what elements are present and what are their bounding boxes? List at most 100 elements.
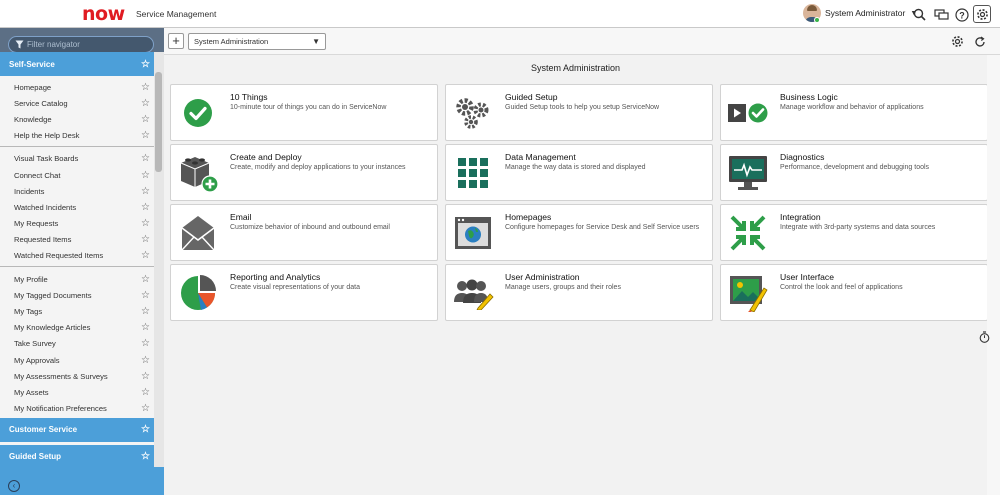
star-icon[interactable]: ☆	[141, 234, 150, 245]
user-name[interactable]: System Administrator	[825, 8, 905, 18]
card-description: Control the look and feel of application…	[780, 284, 903, 291]
chat-icon[interactable]	[934, 7, 949, 22]
navigator-menu: Self-Service ☆ Homepage ☆ Service Catalog…	[0, 52, 154, 467]
settings-gear-icon[interactable]	[950, 34, 965, 49]
gear-icon[interactable]	[973, 5, 991, 23]
menu-item-knowledge[interactable]: Knowledge ☆	[0, 111, 154, 127]
card-business-logic[interactable]: Business Logic Manage workflow and behav…	[720, 84, 988, 141]
card-email[interactable]: Email Customize behavior of inbound and …	[170, 204, 438, 261]
card-diagnostics[interactable]: Diagnostics Performance, development and…	[720, 144, 988, 201]
star-icon[interactable]: ☆	[141, 290, 150, 301]
star-icon[interactable]: ☆	[141, 130, 150, 141]
menu-item-label: Watched Incidents	[14, 202, 77, 212]
card-title: Diagnostics	[780, 152, 825, 162]
collapse-navigator-button[interactable]: ‹	[8, 480, 20, 492]
star-icon[interactable]: ☆	[141, 218, 150, 229]
chevron-down-icon: ▼	[312, 37, 320, 46]
menu-item-my-approvals[interactable]: My Approvals ☆	[0, 352, 154, 368]
now-logo[interactable]: now	[82, 4, 125, 24]
add-button[interactable]: +	[168, 33, 184, 49]
card-reporting-and-analytics[interactable]: Reporting and Analytics Create visual re…	[170, 264, 438, 321]
menu-item-label: My Profile	[14, 274, 48, 284]
menu-item-incidents[interactable]: Incidents ☆	[0, 183, 154, 199]
menu-item-requested-items[interactable]: Requested Items ☆	[0, 232, 154, 248]
card-title: Data Management	[505, 152, 576, 162]
presence-indicator	[814, 17, 820, 23]
star-icon[interactable]: ☆	[141, 387, 150, 398]
star-icon[interactable]: ☆	[141, 153, 150, 164]
card-create-and-deploy[interactable]: Create and Deploy Create, modify and dep…	[170, 144, 438, 201]
section-guided-setup[interactable]: Guided Setup ☆	[0, 444, 154, 467]
card-description: Manage users, groups and their roles	[505, 284, 621, 291]
star-icon[interactable]: ☆	[141, 202, 150, 213]
card-integration[interactable]: Integration Integrate with 3rd-party sys…	[720, 204, 988, 261]
card-user-administration[interactable]: User Administration Manage users, groups…	[445, 264, 713, 321]
card-description: Manage workflow and behavior of applicat…	[780, 104, 924, 111]
section-customer-service[interactable]: Customer Service ☆	[0, 417, 154, 442]
card-data-management[interactable]: Data Management Manage the way data is s…	[445, 144, 713, 201]
menu-item-visual-task-boards[interactable]: Visual Task Boards ☆	[0, 151, 154, 167]
card-description: Create visual representations of your da…	[230, 284, 360, 291]
star-icon[interactable]: ☆	[141, 59, 150, 70]
menu-item-homepage[interactable]: Homepage ☆	[0, 79, 154, 95]
menu-item-watched-requested-items[interactable]: Watched Requested Items ☆	[0, 248, 154, 264]
menu-item-service-catalog[interactable]: Service Catalog ☆	[0, 95, 154, 111]
refresh-icon[interactable]	[972, 34, 987, 49]
help-icon[interactable]: ?	[954, 7, 969, 22]
menu-item-label: My Assets	[14, 387, 49, 397]
menu-item-label: My Notification Preferences	[14, 404, 107, 414]
stopwatch-icon[interactable]	[978, 331, 990, 343]
section-self-service[interactable]: Self-Service ☆	[0, 52, 154, 76]
search-icon[interactable]	[912, 7, 927, 22]
menu-item-my-profile[interactable]: My Profile ☆	[0, 271, 154, 287]
menu-item-take-survey[interactable]: Take Survey ☆	[0, 336, 154, 352]
star-icon[interactable]: ☆	[141, 355, 150, 366]
star-icon[interactable]: ☆	[141, 250, 150, 261]
menu-item-my-notification-preferences[interactable]: My Notification Preferences ☆	[0, 401, 154, 417]
menu-item-my-knowledge-articles[interactable]: My Knowledge Articles ☆	[0, 320, 154, 336]
star-icon[interactable]: ☆	[141, 403, 150, 414]
star-icon[interactable]: ☆	[141, 424, 150, 435]
card-title: Create and Deploy	[230, 152, 302, 162]
menu-item-connect-chat[interactable]: Connect Chat ☆	[0, 167, 154, 183]
menu-item-label: Take Survey	[14, 339, 56, 349]
menu-item-help-the-help-desk[interactable]: Help the Help Desk ☆	[0, 128, 154, 144]
card-10-things[interactable]: 10 Things 10-minute tour of things you c…	[170, 84, 438, 141]
star-icon[interactable]: ☆	[141, 306, 150, 317]
section-title: Self-Service	[9, 59, 55, 69]
user-menu[interactable]: System Administrator ▼	[803, 4, 917, 22]
card-description: 10-minute tour of things you can do in S…	[230, 104, 387, 111]
content-scrollbar[interactable]	[987, 55, 1000, 495]
navigator-footer	[0, 467, 164, 495]
card-homepages[interactable]: Homepages Configure homepages for Servic…	[445, 204, 713, 261]
star-icon[interactable]: ☆	[141, 98, 150, 109]
menu-item-my-tags[interactable]: My Tags ☆	[0, 303, 154, 319]
card-guided-setup[interactable]: Guided Setup Guided Setup tools to help …	[445, 84, 713, 141]
star-icon[interactable]: ☆	[141, 322, 150, 333]
menu-item-watched-incidents[interactable]: Watched Incidents ☆	[0, 199, 154, 215]
menu-item-my-assessments-surveys[interactable]: My Assessments & Surveys ☆	[0, 368, 154, 384]
navigator-scroll-thumb[interactable]	[155, 72, 162, 172]
menu-item-label: My Requests	[14, 219, 59, 229]
star-icon[interactable]: ☆	[141, 338, 150, 349]
card-description: Integrate with 3rd-party systems and dat…	[780, 224, 936, 231]
menu-item-label: My Knowledge Articles	[14, 323, 91, 333]
section-title: Customer Service	[9, 425, 78, 435]
star-icon[interactable]: ☆	[141, 451, 150, 462]
filter-navigator[interactable]	[8, 36, 154, 53]
menu-item-my-assets[interactable]: My Assets ☆	[0, 384, 154, 400]
star-icon[interactable]: ☆	[141, 274, 150, 285]
star-icon[interactable]: ☆	[141, 170, 150, 181]
star-icon[interactable]: ☆	[141, 114, 150, 125]
filter-input[interactable]	[27, 40, 147, 49]
menu-item-my-tagged-documents[interactable]: My Tagged Documents ☆	[0, 287, 154, 303]
application-select[interactable]: System Administration ▼	[188, 33, 326, 50]
star-icon[interactable]: ☆	[141, 186, 150, 197]
star-icon[interactable]: ☆	[141, 371, 150, 382]
filter-icon	[15, 40, 24, 49]
card-user-interface[interactable]: User Interface Control the look and feel…	[720, 264, 988, 321]
menu-item-label: Connect Chat	[14, 170, 61, 180]
menu-item-my-requests[interactable]: My Requests ☆	[0, 216, 154, 232]
card-title: 10 Things	[230, 92, 268, 102]
star-icon[interactable]: ☆	[141, 82, 150, 93]
